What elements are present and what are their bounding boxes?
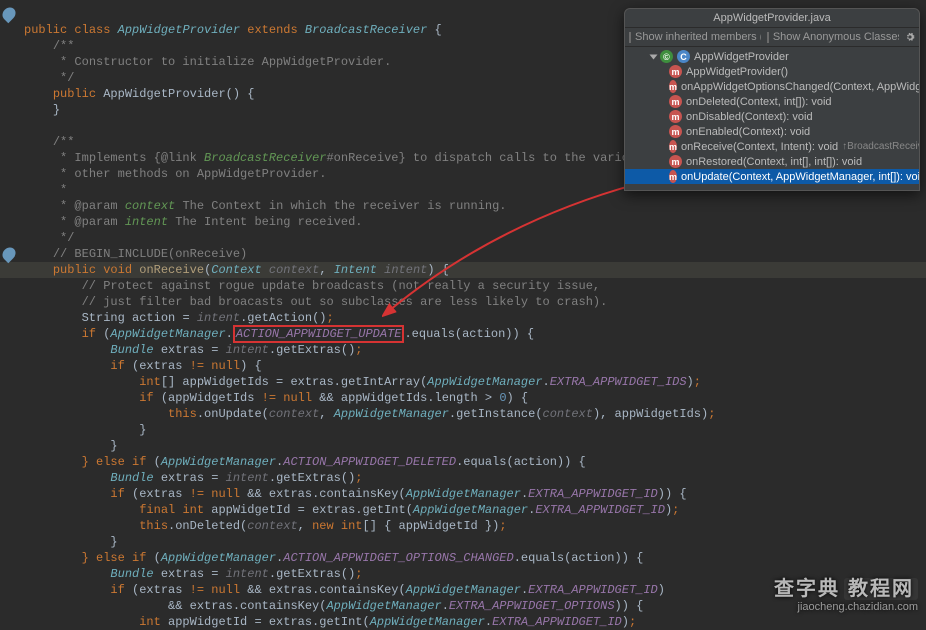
tree-method-item[interactable]: m onReceive(Context, Intent): void ↑Broad… [625,139,919,154]
structure-tree: © C AppWidgetProvider m AppWidgetProvider… [625,47,919,190]
panel-toolbar: Show inherited members (C... Show Anonym… [625,28,919,47]
tree-item-label: onDisabled(Context): void [686,111,813,123]
show-inherited-toggle[interactable]: Show inherited members (C... [629,31,761,43]
tree-method-item[interactable]: m onDisabled(Context): void [625,109,919,124]
show-anonymous-toggle[interactable]: Show Anonymous Classes (... [767,31,899,43]
tree-item-label: onEnabled(Context): void [686,126,810,138]
super-class: BroadcastReceiver [305,23,427,37]
tree-item-label: onDeleted(Context, int[]): void [686,96,832,108]
tree-item-label: onReceive(Context, Intent): void [681,141,838,153]
method-icon: m [669,95,682,108]
checkbox-icon [629,32,631,43]
tree-method-item[interactable]: m onUpdate(Context, AppWidgetManager, int… [625,169,919,184]
kw-extends: extends [247,23,297,37]
method-icon: m [669,140,677,153]
method-icon: m [669,80,677,93]
method-onreceive: onReceive [139,263,204,277]
method-icon: m [669,170,677,183]
tree-class-root[interactable]: © C AppWidgetProvider [625,49,919,64]
tree-method-item[interactable]: m onRestored(Context, int[], int[]): void [625,154,919,169]
tree-method-item[interactable]: m onDeleted(Context, int[]): void [625,94,919,109]
tree-item-label: AppWidgetProvider() [686,66,788,78]
tree-method-item[interactable]: m onEnabled(Context): void [625,124,919,139]
method-icon: m [669,65,682,78]
tree-item-label: onUpdate(Context, AppWidgetManager, int[… [681,171,919,183]
class-icon: © [660,50,673,63]
override-indicator: ↑BroadcastReceiver [842,141,919,152]
expand-icon [650,54,658,59]
watermark: 查字典教程网 jiaocheng.chazidian.com [774,572,918,613]
tree-item-label: onRestored(Context, int[], int[]): void [686,156,862,168]
method-icon: m [669,155,682,168]
kw-class: class [74,23,110,37]
structure-panel: AppWidgetProvider.java Show inherited me… [624,8,920,191]
class-icon: C [677,50,690,63]
tree-method-item[interactable]: m AppWidgetProvider() [625,64,919,79]
checkbox-icon [767,32,769,43]
panel-title: AppWidgetProvider.java [625,9,919,28]
highlighted-constant: ACTION_APPWIDGET_UPDATE [233,325,405,343]
gear-icon[interactable] [905,31,915,43]
method-icon: m [669,125,682,138]
kw-public: public [24,23,67,37]
method-icon: m [669,110,682,123]
class-name: AppWidgetProvider [118,23,240,37]
tree-method-item[interactable]: m onAppWidgetOptionsChanged(Context, AppW… [625,79,919,94]
tree-item-label: onAppWidgetOptionsChanged(Context, AppWi… [681,81,919,93]
